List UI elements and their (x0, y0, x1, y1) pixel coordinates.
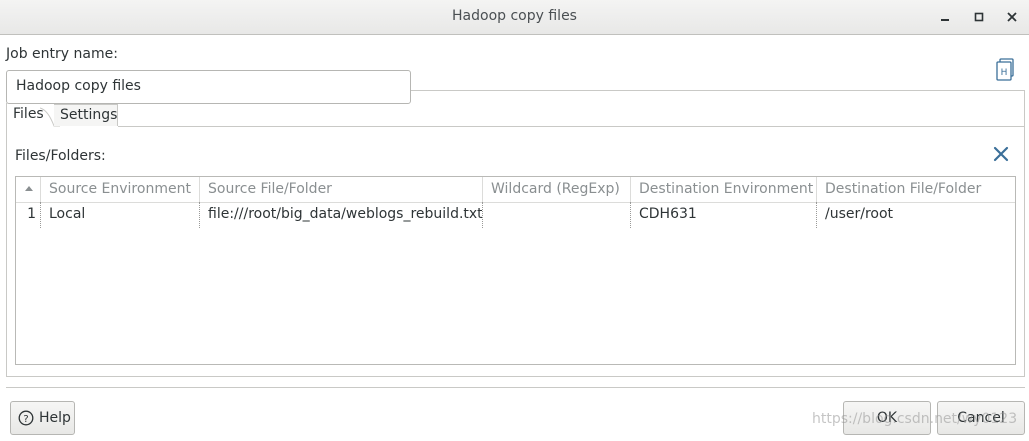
job-entry-name-input[interactable]: Hadoop copy files (6, 70, 411, 104)
table-row[interactable]: 1 Local file:///root/big_data/weblogs_re… (16, 202, 1015, 228)
ok-button[interactable]: OK (843, 401, 931, 435)
window-title: Hadoop copy files (452, 8, 577, 24)
destination-environment-cell[interactable]: CDH631 (631, 202, 817, 228)
tab-bar-line (118, 126, 1025, 127)
column-header-wildcard[interactable]: Wildcard (RegExp) (483, 177, 631, 202)
table-header: Source Environment Source File/Folder Wi… (16, 177, 1015, 203)
files-table[interactable]: Source Environment Source File/Folder Wi… (15, 176, 1016, 365)
source-environment-cell[interactable]: Local (41, 202, 200, 228)
tab-files[interactable]: Files (6, 104, 44, 126)
job-entry-name-label: Job entry name: (6, 46, 118, 62)
column-header-destination-environment[interactable]: Destination Environment (631, 177, 817, 202)
title-bar: Hadoop copy files (0, 0, 1029, 35)
source-file-folder-cell[interactable]: file:///root/big_data/weblogs_rebuild.tx… (200, 202, 483, 228)
column-header-source-environment[interactable]: Source Environment (41, 177, 200, 202)
tab-frame-corner (1024, 90, 1025, 104)
hop-document-icon: H (996, 58, 1014, 81)
help-button-label: Help (39, 410, 71, 426)
column-header-source-file-folder[interactable]: Source File/Folder (200, 177, 483, 202)
row-number: 1 (16, 202, 41, 228)
wildcard-cell[interactable] (483, 202, 631, 228)
help-icon: ? (18, 410, 34, 426)
svg-text:?: ? (23, 414, 28, 425)
destination-file-folder-cell[interactable]: /user/root (817, 202, 1015, 228)
footer-separator (6, 387, 1025, 388)
row-number-header[interactable] (16, 177, 41, 202)
tab-settings[interactable]: Settings (54, 104, 118, 126)
help-button[interactable]: ? Help (10, 401, 75, 435)
delete-x-icon[interactable] (992, 145, 1010, 163)
tab-frame-top (411, 90, 1025, 91)
svg-text:H: H (1001, 68, 1008, 78)
files-folders-label: Files/Folders: (15, 148, 106, 164)
column-header-destination-file-folder[interactable]: Destination File/Folder (817, 177, 1015, 202)
sort-up-icon (25, 186, 33, 191)
cancel-button[interactable]: Cancel (937, 401, 1025, 435)
minimize-icon[interactable] (936, 8, 954, 26)
close-icon[interactable] (1003, 8, 1021, 26)
maximize-icon[interactable] (970, 8, 988, 26)
